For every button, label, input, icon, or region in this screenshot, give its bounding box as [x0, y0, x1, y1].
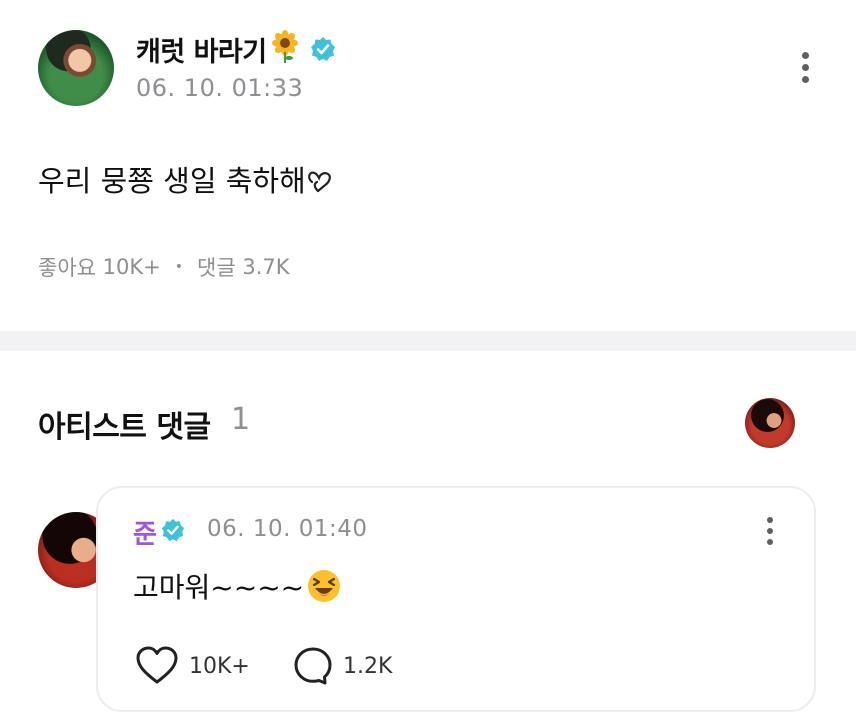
section-divider — [0, 331, 856, 351]
artist-avatar-thumbnail[interactable] — [745, 398, 795, 448]
verified-badge-icon — [311, 37, 335, 61]
more-options-icon[interactable] — [765, 517, 775, 550]
comments-count[interactable]: 3.7K — [242, 255, 289, 279]
verified-badge-icon — [161, 518, 185, 542]
comment-body-text: 고마워~~~~ — [133, 571, 305, 604]
likes-label: 좋아요 — [38, 256, 96, 280]
post-author-name[interactable]: 캐럿 바라기 — [136, 30, 267, 69]
comments-label: 댓글 — [197, 256, 236, 280]
post-body: 우리 뭉쭁 생일 축하해 — [38, 158, 334, 200]
more-options-icon[interactable] — [800, 52, 810, 88]
like-button[interactable]: 10K+ — [135, 646, 250, 686]
comment-bubble-icon — [294, 647, 332, 685]
comment-timestamp: 06. 10. 01:40 — [207, 516, 368, 542]
reply-button[interactable]: 1.2K — [293, 646, 392, 686]
artist-comments-title: 아티스트 댓글 — [38, 410, 211, 445]
sunflower-icon — [272, 30, 298, 63]
like-count: 10K+ — [189, 653, 250, 679]
reply-count: 1.2K — [343, 653, 393, 679]
separator-dot: • — [174, 259, 184, 275]
likes-count[interactable]: 10K+ — [103, 255, 161, 279]
post-stats: 좋아요 10K+ • 댓글 3.7K — [38, 252, 290, 282]
heart-outline-emoji-icon — [307, 171, 331, 193]
heart-icon — [136, 646, 178, 684]
post-timestamp: 06. 10. 01:33 — [136, 74, 304, 102]
laughing-face-icon — [308, 570, 341, 602]
comment-body: 고마워~~~~ — [133, 566, 342, 606]
post-body-text: 우리 뭉쭁 생일 축하해 — [38, 164, 306, 198]
artist-comments-count: 1 — [231, 402, 251, 437]
comment-author-name[interactable]: 준 — [133, 514, 157, 551]
post-author-avatar[interactable] — [38, 30, 114, 106]
